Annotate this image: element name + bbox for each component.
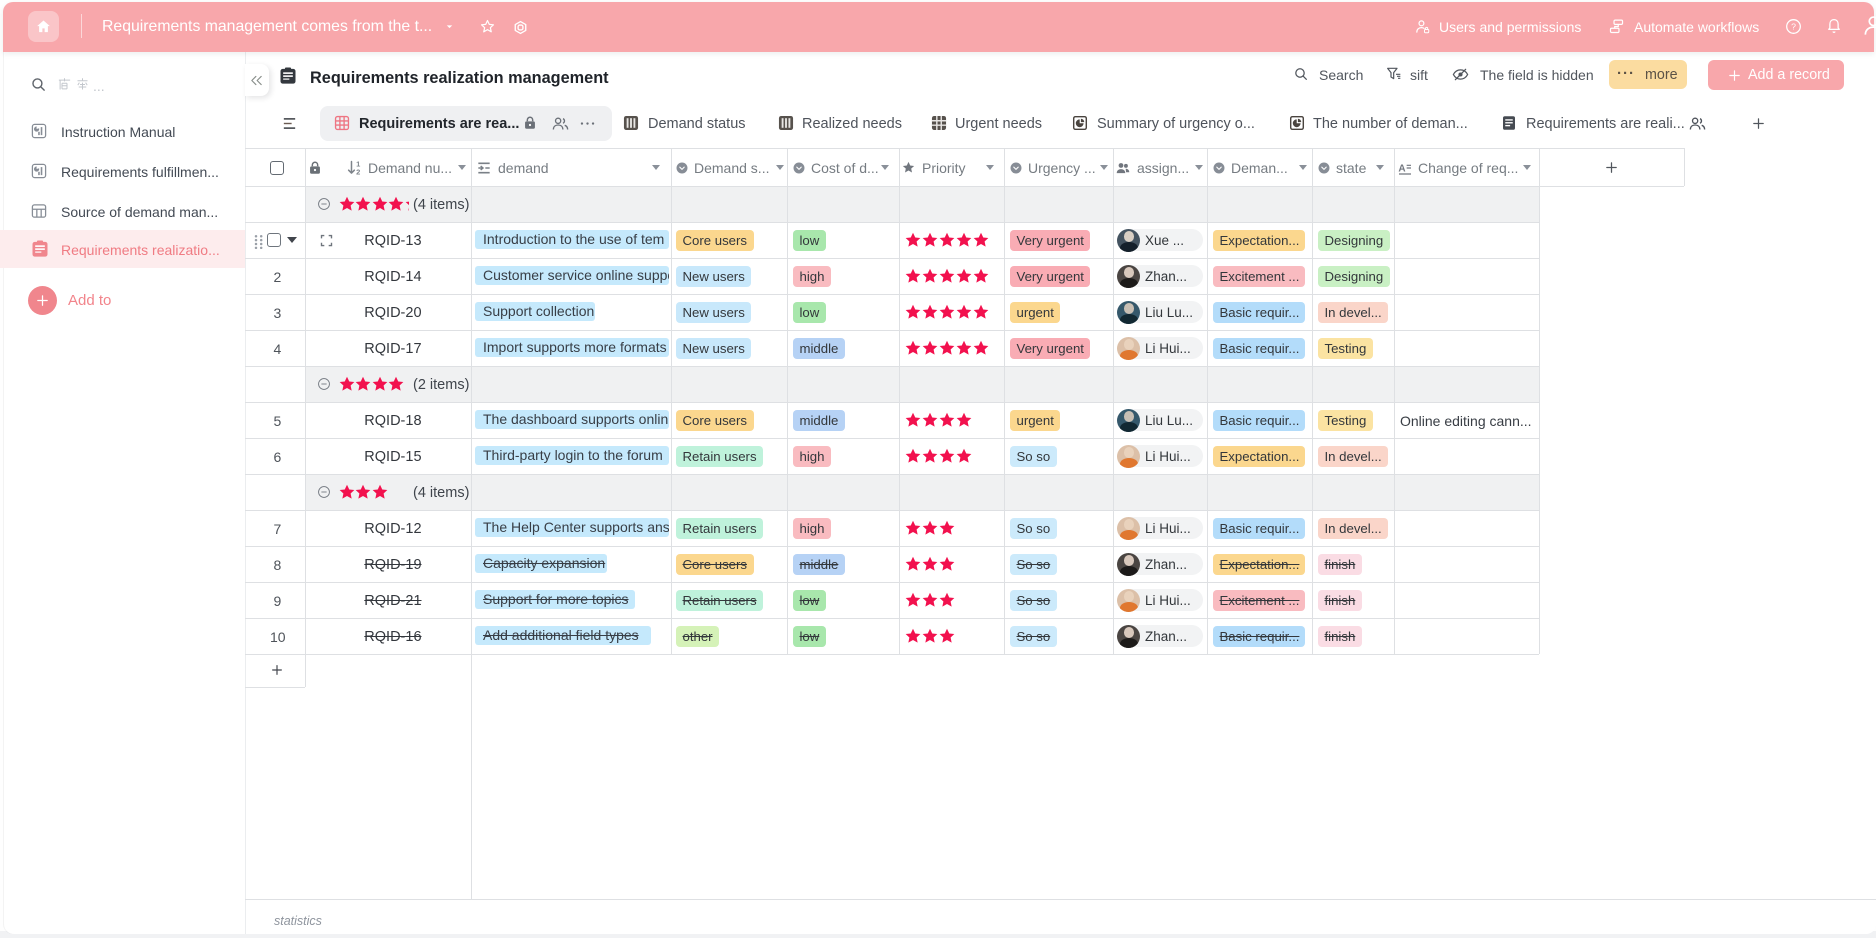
svg-text:2: 2: [356, 168, 360, 177]
svg-text:?: ?: [1791, 22, 1796, 32]
svg-text:A: A: [1398, 163, 1405, 174]
